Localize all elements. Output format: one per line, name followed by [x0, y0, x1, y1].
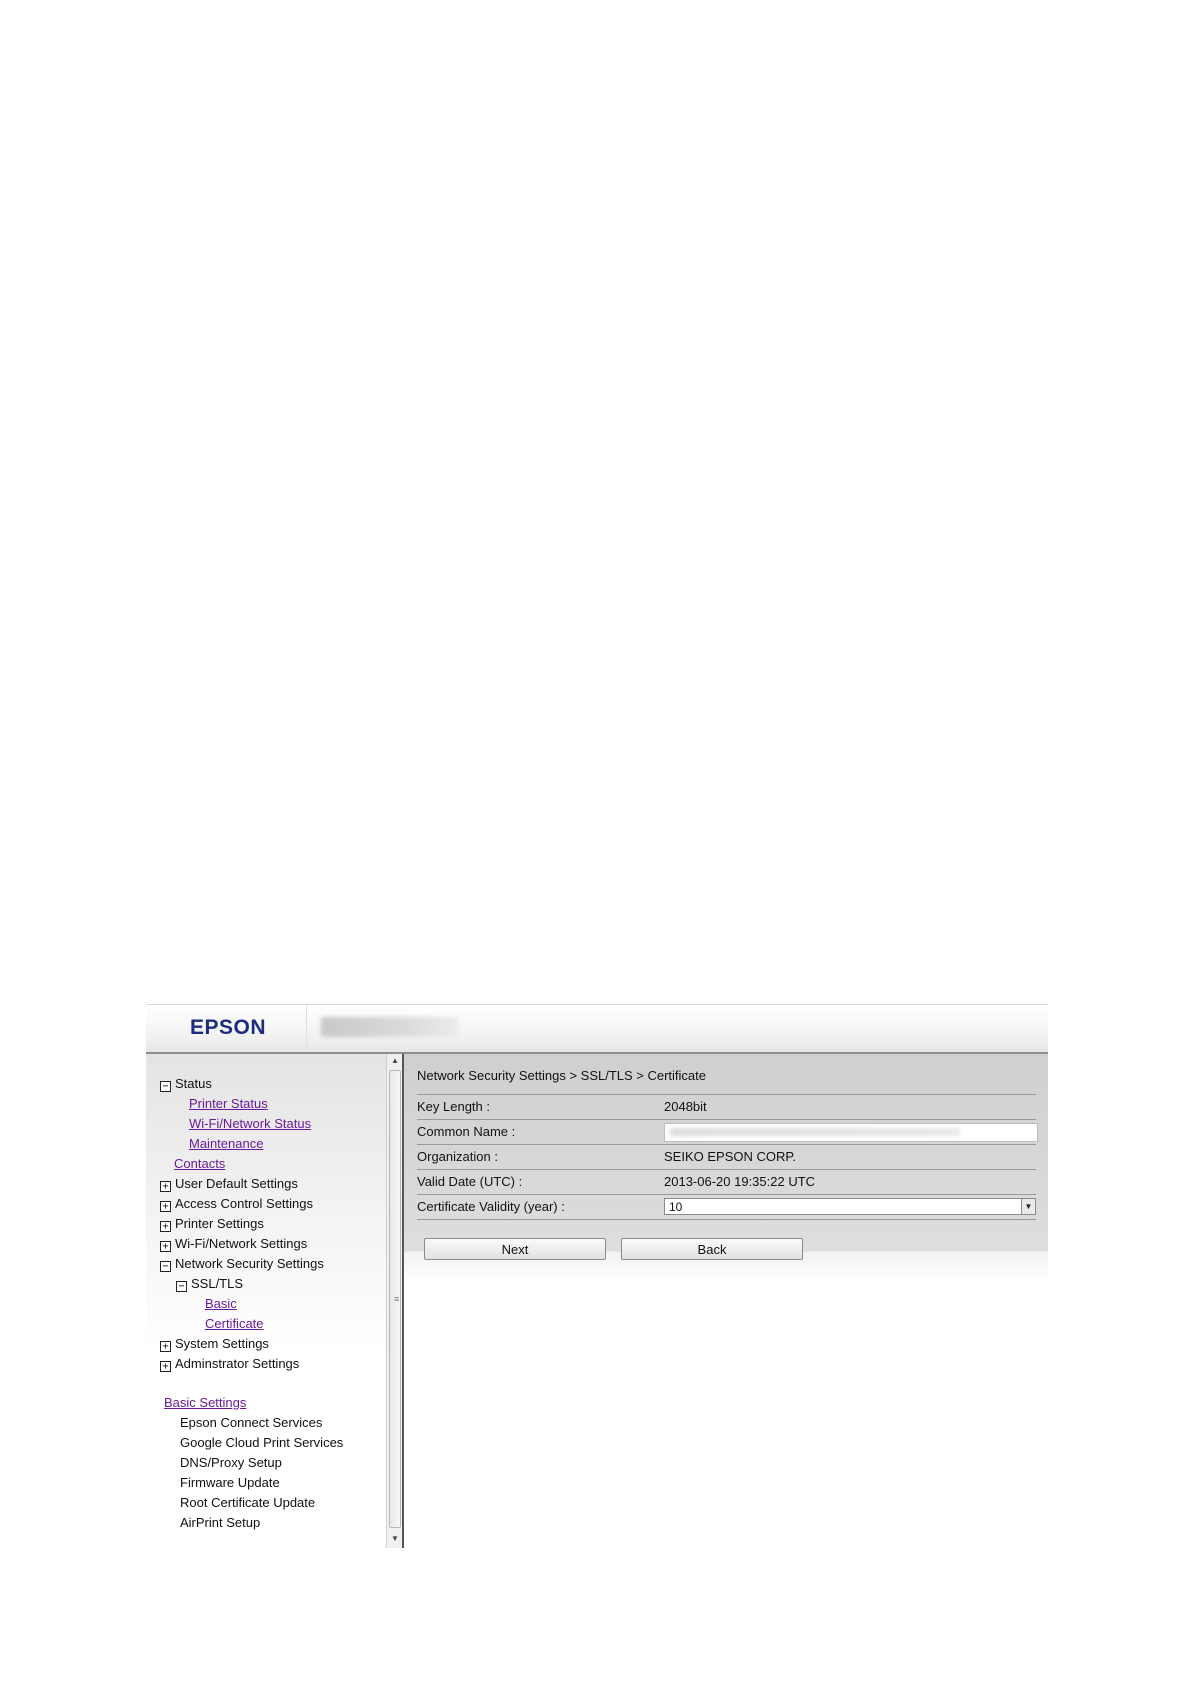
nav-firmware-update[interactable]: Firmware Update	[180, 1475, 280, 1491]
certificate-validity-label: Certificate Validity (year) :	[417, 1199, 565, 1214]
nav-wifi-network-settings-label: Wi-Fi/Network Settings	[175, 1236, 308, 1251]
nav-contacts[interactable]: Contacts	[174, 1156, 225, 1172]
expand-icon[interactable]: +	[160, 1241, 171, 1252]
certificate-validity-value: 10	[669, 1200, 683, 1214]
nav-root-certificate-update[interactable]: Root Certificate Update	[180, 1495, 315, 1511]
organization-value: SEIKO EPSON CORP.	[664, 1149, 796, 1164]
nav-basic-settings[interactable]: Basic Settings	[164, 1395, 246, 1411]
collapse-icon[interactable]: −	[160, 1261, 171, 1272]
nav-basic[interactable]: Basic	[205, 1296, 237, 1312]
browser-screenshot: EPSON − Status Printer Status Wi-Fi/Netwo…	[146, 1004, 1048, 1548]
valid-date-row: Valid Date (UTC) : 2013-06-20 19:35:22 U…	[417, 1169, 1036, 1194]
organization-label: Organization :	[417, 1149, 498, 1164]
nav-administrator-settings-label: Adminstrator Settings	[175, 1356, 300, 1371]
nav-access-control-settings[interactable]: + Access Control Settings	[160, 1196, 313, 1212]
scroll-down-arrow-icon[interactable]: ▼	[391, 1534, 399, 1543]
breadcrumb: Network Security Settings > SSL/TLS > Ce…	[417, 1068, 707, 1083]
valid-date-value: 2013-06-20 19:35:22 UTC	[664, 1174, 816, 1189]
nav-user-default-settings-label: User Default Settings	[175, 1176, 298, 1191]
common-name-blurred-value	[670, 1128, 960, 1136]
nav-status-label: Status	[175, 1076, 212, 1091]
nav-certificate[interactable]: Certificate	[205, 1316, 264, 1332]
nav-administrator-settings[interactable]: + Adminstrator Settings	[160, 1356, 299, 1372]
key-length-value: 2048bit	[664, 1099, 707, 1114]
valid-date-label: Valid Date (UTC) :	[417, 1174, 523, 1189]
expand-icon[interactable]: +	[160, 1221, 171, 1232]
scroll-grip-icon: ≡	[394, 1294, 400, 1304]
nav-user-default-settings[interactable]: + User Default Settings	[160, 1176, 298, 1192]
nav-dns-proxy-setup[interactable]: DNS/Proxy Setup	[180, 1455, 282, 1471]
nav-maintenance[interactable]: Maintenance	[189, 1136, 263, 1152]
collapse-icon[interactable]: −	[176, 1281, 187, 1292]
nav-google-cloud-print-services[interactable]: Google Cloud Print Services	[180, 1435, 343, 1451]
scroll-thumb[interactable]: ≡	[389, 1070, 401, 1528]
model-name-blurred	[321, 1017, 458, 1037]
common-name-label: Common Name :	[417, 1124, 516, 1139]
collapse-icon[interactable]: −	[160, 1081, 171, 1092]
header: EPSON	[146, 1005, 1048, 1054]
common-name-row: Common Name :	[417, 1119, 1038, 1144]
nav-epson-connect-services[interactable]: Epson Connect Services	[180, 1415, 322, 1431]
common-name-field	[664, 1123, 1038, 1142]
scroll-up-arrow-icon[interactable]: ▲	[391, 1056, 399, 1065]
nav-network-security-settings[interactable]: − Network Security Settings	[160, 1256, 324, 1272]
nav-printer-status[interactable]: Printer Status	[189, 1096, 268, 1112]
nav-system-settings[interactable]: + System Settings	[160, 1336, 269, 1352]
organization-row: Organization : SEIKO EPSON CORP.	[417, 1144, 1036, 1169]
nav-airprint-setup[interactable]: AirPrint Setup	[180, 1515, 260, 1531]
nav-ssl-tls-label: SSL/TLS	[191, 1276, 244, 1291]
nav-printer-settings-label: Printer Settings	[175, 1216, 264, 1231]
nav-printer-settings[interactable]: + Printer Settings	[160, 1216, 264, 1232]
nav-access-control-settings-label: Access Control Settings	[175, 1196, 314, 1211]
chevron-down-icon[interactable]: ▼	[1021, 1199, 1035, 1214]
expand-icon[interactable]: +	[160, 1361, 171, 1372]
epson-logo: EPSON	[190, 1016, 267, 1039]
next-button[interactable]: Next	[424, 1238, 606, 1260]
nav-status[interactable]: − Status	[160, 1076, 212, 1092]
expand-icon[interactable]: +	[160, 1201, 171, 1212]
nav-wifi-network-status[interactable]: Wi-Fi/Network Status	[189, 1116, 311, 1132]
header-divider	[306, 1005, 307, 1052]
certificate-validity-row: Certificate Validity (year) : 10 ▼	[417, 1194, 1036, 1220]
expand-icon[interactable]: +	[160, 1341, 171, 1352]
nav-network-security-settings-label: Network Security Settings	[175, 1256, 324, 1271]
back-button[interactable]: Back	[621, 1238, 803, 1260]
key-length-row: Key Length : 2048bit	[417, 1094, 1036, 1119]
nav-ssl-tls[interactable]: − SSL/TLS	[176, 1276, 243, 1292]
sidebar: − Status Printer Status Wi-Fi/Network Sta…	[146, 1054, 386, 1548]
nav-wifi-network-settings[interactable]: + Wi-Fi/Network Settings	[160, 1236, 307, 1252]
nav-system-settings-label: System Settings	[175, 1336, 269, 1351]
main-content: Network Security Settings > SSL/TLS > Ce…	[404, 1054, 1048, 1548]
key-length-label: Key Length :	[417, 1099, 490, 1114]
sidebar-scrollbar[interactable]: ▲ ≡ ▼	[386, 1054, 402, 1548]
certificate-validity-select[interactable]: 10 ▼	[664, 1198, 1036, 1215]
expand-icon[interactable]: +	[160, 1181, 171, 1192]
